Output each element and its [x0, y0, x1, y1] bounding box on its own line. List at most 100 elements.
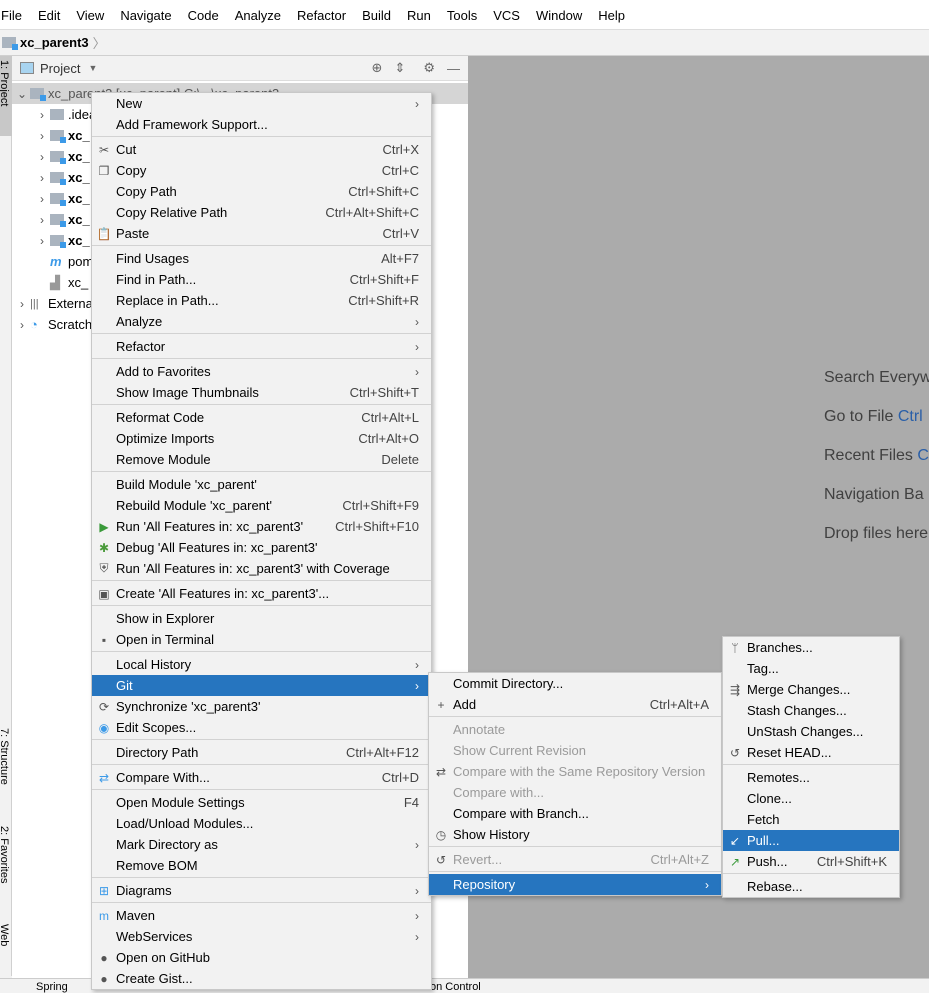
menu-item-webservices[interactable]: WebServices › — [92, 926, 431, 947]
project-view-selector[interactable]: Project — [40, 61, 80, 76]
menu-item-add-to-favorites[interactable]: Add to Favorites › — [92, 361, 431, 382]
library-icon: ||| — [30, 297, 39, 310]
menu-item-debug-all-features-in-xc-parent3[interactable]: ✱ Debug 'All Features in: xc_parent3' — [92, 537, 431, 558]
menu-item-find-in-path[interactable]: Find in Path... Ctrl+Shift+F — [92, 269, 431, 290]
menu-item-build-module-xc-parent[interactable]: Build Module 'xc_parent' — [92, 474, 431, 495]
menu-item-create-gist[interactable]: ● Create Gist... — [92, 968, 431, 989]
menu-item-remove-bom[interactable]: Remove BOM — [92, 855, 431, 876]
chevron-right-icon[interactable]: › — [14, 318, 30, 332]
menu-item-create-all-features-in-xc-parent3[interactable]: ▣ Create 'All Features in: xc_parent3'... — [92, 583, 431, 604]
menu-item-maven[interactable]: m Maven › — [92, 905, 431, 926]
menu-item-mark-directory-as[interactable]: Mark Directory as › — [92, 834, 431, 855]
menu-run[interactable]: Run — [403, 8, 435, 23]
menu-item-paste[interactable]: 📋 Paste Ctrl+V — [92, 223, 431, 244]
chevron-down-icon[interactable]: ⌄ — [14, 87, 30, 101]
menu-item-rebase[interactable]: Rebase... — [723, 876, 899, 897]
menu-item-show-image-thumbnails[interactable]: Show Image Thumbnails Ctrl+Shift+T — [92, 382, 431, 403]
diagrams-icon: ⊞ — [98, 883, 110, 898]
menu-item-pull[interactable]: ↙ Pull... — [723, 830, 899, 851]
menu-item-directory-path[interactable]: Directory Path Ctrl+Alt+F12 — [92, 742, 431, 763]
menu-item-replace-in-path[interactable]: Replace in Path... Ctrl+Shift+R — [92, 290, 431, 311]
menu-analyze[interactable]: Analyze — [231, 8, 285, 23]
minimize-icon[interactable]: — — [447, 61, 460, 76]
menu-item-refactor[interactable]: Refactor › — [92, 336, 431, 357]
tool-window-project[interactable]: 1: Project — [0, 60, 10, 106]
menu-item-unstash-changes[interactable]: UnStash Changes... — [723, 721, 899, 742]
menu-item-compare-with[interactable]: ⇄ Compare With... Ctrl+D — [92, 767, 431, 788]
chevron-right-icon[interactable]: › — [34, 171, 50, 185]
chevron-down-icon[interactable]: ▼ — [88, 63, 97, 73]
collapse-all-icon[interactable]: ⇕ — [394, 60, 405, 76]
module-folder-icon — [50, 151, 66, 164]
menu-tools[interactable]: Tools — [443, 8, 481, 23]
menu-item-compare-with-branch[interactable]: Compare with Branch... — [429, 803, 721, 824]
menu-item-run-all-features-in-xc-parent3-with-coverage[interactable]: ⛨ Run 'All Features in: xc_parent3' with … — [92, 558, 431, 579]
menu-item-local-history[interactable]: Local History › — [92, 654, 431, 675]
menu-edit[interactable]: Edit — [34, 8, 64, 23]
menu-item-diagrams[interactable]: ⊞ Diagrams › — [92, 880, 431, 901]
menu-item-repository[interactable]: Repository › — [429, 874, 721, 895]
chevron-right-icon[interactable]: › — [34, 129, 50, 143]
menu-item-fetch[interactable]: Fetch — [723, 809, 899, 830]
tool-window-version-control[interactable]: on Control — [430, 981, 481, 993]
tool-window-web[interactable]: Web — [0, 924, 10, 946]
menu-item-copy[interactable]: ❐ Copy Ctrl+C — [92, 160, 431, 181]
menu-item-push[interactable]: ↗ Push... Ctrl+Shift+K — [723, 851, 899, 872]
menu-item-reformat-code[interactable]: Reformat Code Ctrl+Alt+L — [92, 407, 431, 428]
menu-item-copy-path[interactable]: Copy Path Ctrl+Shift+C — [92, 181, 431, 202]
menu-item-optimize-imports[interactable]: Optimize Imports Ctrl+Alt+O — [92, 428, 431, 449]
menu-item-cut[interactable]: ✂ Cut Ctrl+X — [92, 139, 431, 160]
menu-build[interactable]: Build — [358, 8, 395, 23]
menu-item-add[interactable]: + Add Ctrl+Alt+A — [429, 694, 721, 715]
menu-item-remove-module[interactable]: Remove Module Delete — [92, 449, 431, 470]
menu-item-rebuild-module-xc-parent[interactable]: Rebuild Module 'xc_parent' Ctrl+Shift+F9 — [92, 495, 431, 516]
menu-item-show-in-explorer[interactable]: Show in Explorer — [92, 608, 431, 629]
tool-window-structure[interactable]: 7: Structure — [0, 728, 10, 785]
locate-icon[interactable]: ⊕ — [372, 60, 383, 76]
menu-item-open-on-github[interactable]: ● Open on GitHub — [92, 947, 431, 968]
menu-item-label: Commit Directory... — [453, 676, 564, 691]
menu-item-load-unload-modules[interactable]: Load/Unload Modules... — [92, 813, 431, 834]
menu-item-show-history[interactable]: ◷ Show History — [429, 824, 721, 845]
chevron-right-icon[interactable]: › — [34, 234, 50, 248]
menu-navigate[interactable]: Navigate — [116, 8, 175, 23]
menu-vcs[interactable]: VCS — [489, 8, 524, 23]
tool-window-spring[interactable]: Spring — [36, 981, 68, 993]
menu-refactor[interactable]: Refactor — [293, 8, 350, 23]
menu-code[interactable]: Code — [184, 8, 223, 23]
menu-item-git[interactable]: Git › — [92, 675, 431, 696]
chevron-right-icon[interactable]: › — [34, 108, 50, 122]
gear-icon[interactable]: ⚙ — [423, 60, 435, 76]
chevron-right-icon[interactable]: › — [34, 213, 50, 227]
menu-item-open-module-settings[interactable]: Open Module Settings F4 — [92, 792, 431, 813]
menu-item-label: Analyze — [116, 314, 163, 329]
menu-item-edit-scopes[interactable]: ◉ Edit Scopes... — [92, 717, 431, 738]
chevron-right-icon[interactable]: › — [34, 150, 50, 164]
menu-item-add-framework-support[interactable]: Add Framework Support... — [92, 114, 431, 135]
menu-item-open-in-terminal[interactable]: ▪ Open in Terminal — [92, 629, 431, 650]
menu-item-reset-head[interactable]: ↺ Reset HEAD... — [723, 742, 899, 763]
menu-item-copy-relative-path[interactable]: Copy Relative Path Ctrl+Alt+Shift+C — [92, 202, 431, 223]
menu-item-label: Create 'All Features in: xc_parent3'... — [116, 586, 330, 601]
menu-item-clone[interactable]: Clone... — [723, 788, 899, 809]
submenu-arrow-icon: › — [415, 908, 419, 923]
chevron-right-icon[interactable]: › — [34, 192, 50, 206]
menu-window[interactable]: Window — [532, 8, 586, 23]
menu-item-tag[interactable]: Tag... — [723, 658, 899, 679]
tool-window-favorites[interactable]: 2: Favorites — [0, 826, 10, 883]
menu-item-synchronize-xc-parent3[interactable]: ⟳ Synchronize 'xc_parent3' — [92, 696, 431, 717]
breadcrumb-item[interactable]: xc_parent3 — [20, 35, 89, 50]
menu-item-commit-directory[interactable]: Commit Directory... — [429, 673, 721, 694]
menu-item-branches[interactable]: ᛘ Branches... — [723, 637, 899, 658]
menu-item-new[interactable]: New › — [92, 93, 431, 114]
menu-item-run-all-features-in-xc-parent3[interactable]: ▶ Run 'All Features in: xc_parent3' Ctrl+S… — [92, 516, 431, 537]
menu-item-remotes[interactable]: Remotes... — [723, 767, 899, 788]
chevron-right-icon[interactable]: › — [14, 297, 30, 311]
menu-item-stash-changes[interactable]: Stash Changes... — [723, 700, 899, 721]
menu-file[interactable]: File — [0, 8, 26, 23]
menu-item-merge-changes[interactable]: ⇶ Merge Changes... — [723, 679, 899, 700]
menu-view[interactable]: View — [72, 8, 108, 23]
menu-item-find-usages[interactable]: Find Usages Alt+F7 — [92, 248, 431, 269]
menu-item-analyze[interactable]: Analyze › — [92, 311, 431, 332]
menu-help[interactable]: Help — [594, 8, 629, 23]
